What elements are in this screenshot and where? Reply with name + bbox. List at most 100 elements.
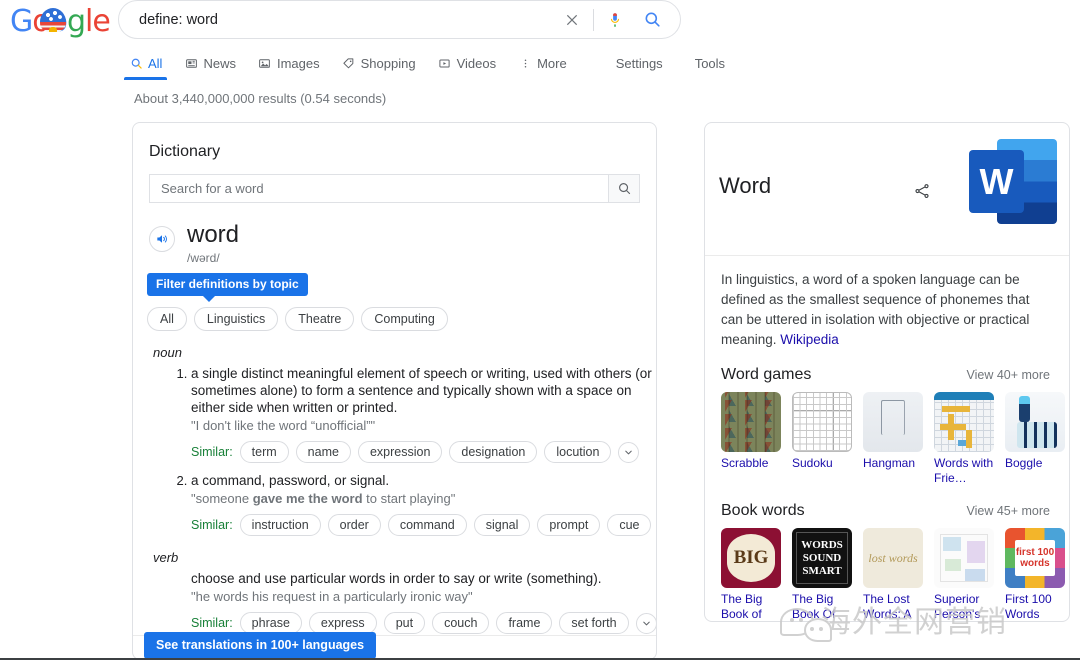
tab-all[interactable]: All (118, 56, 173, 80)
kp-tile[interactable]: Words with Frie… (934, 392, 994, 486)
synonym-chip[interactable]: express (309, 612, 377, 634)
chevron-down-icon[interactable] (618, 442, 639, 463)
synonym-chip[interactable]: put (384, 612, 425, 634)
page-header: Google (0, 0, 1080, 86)
kp-section-header: Book words View 45+ more (721, 502, 1053, 520)
microsoft-word-logo: W (969, 139, 1057, 224)
search-bar[interactable] (118, 0, 681, 39)
kp-section-title: Book words (721, 502, 805, 520)
search-input[interactable] (119, 11, 555, 29)
phonetic-transcription: /wərd/ (187, 251, 239, 265)
synonym-chip[interactable]: instruction (240, 514, 321, 536)
definition-list: a single distinct meaningful element of … (133, 365, 656, 536)
dictionary-card: Dictionary word /wərd/ Filter definition… (132, 122, 657, 660)
microphone-icon[interactable] (598, 3, 632, 37)
lost-words-cover (863, 528, 923, 588)
google-doodle-icon (40, 8, 66, 32)
chevron-down-icon[interactable] (636, 613, 657, 634)
image-icon (258, 57, 272, 71)
result-stats: About 3,440,000,000 results (0.54 second… (134, 91, 386, 106)
more-vertical-icon (518, 57, 532, 71)
wikipedia-link[interactable]: Wikipedia (780, 332, 839, 347)
synonym-chip[interactable]: designation (449, 441, 537, 463)
synonym-chip[interactable]: set forth (559, 612, 628, 634)
kp-section: Word gamesView 40+ moreScrabbleSudokuHan… (721, 366, 1069, 486)
see-translations-button[interactable]: See translations in 100+ languages (144, 632, 376, 659)
definition-entries: nouna single distinct meaningful element… (133, 345, 656, 660)
kp-tile[interactable]: Superior Person's Book of… (934, 528, 994, 622)
speaker-icon[interactable] (149, 226, 175, 252)
topic-chip[interactable]: Theatre (285, 307, 354, 331)
kp-tile[interactable]: Sudoku (792, 392, 852, 486)
tab-more[interactable]: More (507, 56, 578, 80)
definition-item: a single distinct meaningful element of … (191, 365, 656, 463)
superior-persons-book-cover (934, 528, 994, 588)
synonym-chip[interactable]: term (240, 441, 289, 463)
example-part: "someone (191, 491, 253, 506)
dictionary-search-input[interactable] (150, 175, 608, 202)
synonym-chip[interactable]: frame (496, 612, 552, 634)
tab-label: All (148, 56, 162, 71)
similar-label: Similar: (191, 616, 233, 630)
topic-chip[interactable]: All (147, 307, 187, 331)
tab-label: Videos (457, 56, 497, 71)
scrabble-board-thumbnail (721, 392, 781, 452)
dictionary-search-box[interactable] (149, 174, 640, 203)
knowledge-panel-header: Word W (705, 123, 1069, 256)
kp-tile-caption: Words with Frie… (934, 456, 994, 486)
clear-icon[interactable] (555, 3, 589, 37)
tools-menu[interactable]: Tools (679, 56, 741, 80)
search-icon[interactable] (608, 175, 639, 202)
synonym-chip[interactable]: signal (474, 514, 531, 536)
kp-tile[interactable]: The Big Book Of Words Y… (792, 528, 852, 622)
kp-tile[interactable]: Scrabble (721, 392, 781, 486)
word-logo-letter: W (969, 150, 1024, 213)
synonym-chip[interactable]: name (296, 441, 351, 463)
kp-tile[interactable]: Hangman (863, 392, 923, 486)
synonym-chip[interactable]: expression (358, 441, 442, 463)
synonym-chip[interactable]: prompt (537, 514, 600, 536)
tab-news[interactable]: News (173, 56, 247, 80)
definition-item: a command, password, or signal."someone … (191, 472, 656, 536)
kp-tile-row: ScrabbleSudokuHangman Words with Frie… Bog… (721, 392, 1069, 486)
kp-tile[interactable]: Boggle (1005, 392, 1065, 486)
synonym-chip[interactable]: phrase (240, 612, 302, 634)
synonym-chip[interactable]: couch (432, 612, 489, 634)
definition-text: a single distinct meaningful element of … (191, 365, 656, 416)
boggle-game-thumbnail (1005, 392, 1065, 452)
big-book-of-words-cover (721, 528, 781, 588)
tab-label: News (203, 56, 236, 71)
topic-chip[interactable]: Linguistics (194, 307, 278, 331)
view-more-link[interactable]: View 40+ more (967, 368, 1054, 382)
synonym-chip[interactable]: order (328, 514, 381, 536)
settings-menu[interactable]: Settings (600, 56, 679, 80)
google-logo[interactable]: Google (10, 6, 104, 38)
part-of-speech-label: verb (153, 550, 178, 565)
tab-images[interactable]: Images (247, 56, 331, 80)
search-nav-tabs: All News Images Shopping (118, 50, 741, 80)
headword: word (187, 222, 239, 248)
google-search-results-page: Google (0, 0, 1080, 660)
kp-tile[interactable]: First 100 Words (1005, 528, 1065, 622)
part-of-speech: verb (153, 550, 656, 565)
synonym-chip[interactable]: locution (544, 441, 611, 463)
synonym-chip[interactable]: cue (607, 514, 651, 536)
similar-words-row: Similar:termnameexpressiondesignationloc… (191, 441, 656, 463)
search-icon (129, 57, 143, 71)
tab-shopping[interactable]: Shopping (331, 56, 427, 80)
knowledge-panel-title: Word (719, 173, 771, 199)
kp-tile[interactable]: The Big Book of Words Y… (721, 528, 781, 622)
tab-videos[interactable]: Videos (427, 56, 508, 80)
kp-tile[interactable]: The Lost Words: A Spell Bo… (863, 528, 923, 622)
hangman-sketch-thumbnail (863, 392, 923, 452)
sudoku-grid-thumbnail (792, 392, 852, 452)
definition-text: choose and use particular words in order… (191, 570, 656, 587)
tag-icon (342, 57, 356, 71)
share-icon[interactable] (913, 182, 931, 205)
search-icon[interactable] (632, 3, 672, 37)
synonym-chip[interactable]: command (388, 514, 467, 536)
view-more-link[interactable]: View 45+ more (967, 504, 1054, 518)
definition-example: "I don't like the word “unofficial”" (191, 417, 656, 434)
words-sound-smart-cover (792, 528, 852, 588)
topic-chip[interactable]: Computing (361, 307, 447, 331)
